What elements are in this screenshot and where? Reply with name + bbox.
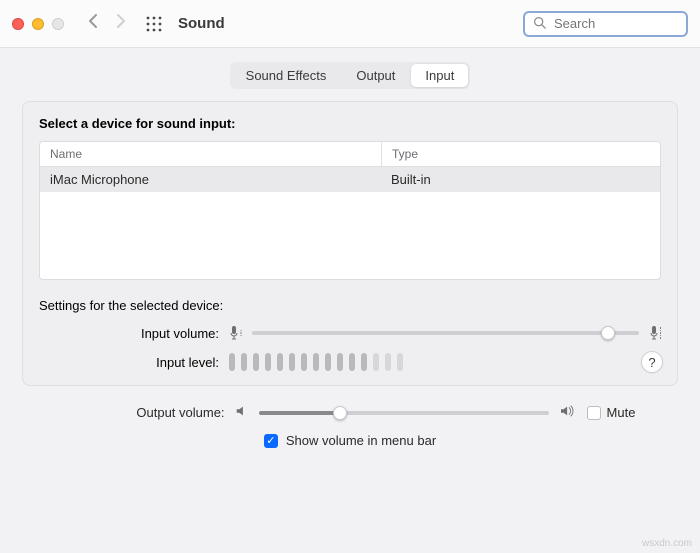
back-button[interactable] [84,13,102,34]
level-bar [361,353,367,371]
level-bar [253,353,259,371]
device-table: Name Type iMac Microphone Built-in [39,141,661,280]
zoom-icon [52,18,64,30]
input-panel: Select a device for sound input: Name Ty… [22,101,678,386]
input-volume-label: Input volume: [39,326,219,341]
apps-grid-icon[interactable] [146,16,162,32]
close-icon[interactable] [12,18,24,30]
level-bar [229,353,235,371]
tab-output[interactable]: Output [342,64,409,87]
forward-button[interactable] [112,13,130,34]
col-header-name[interactable]: Name [40,142,381,166]
menubar-checkbox[interactable]: ✓ [264,434,278,448]
level-bar [349,353,355,371]
level-bar [313,353,319,371]
settings-title: Settings for the selected device: [39,298,661,313]
level-bar [385,353,391,371]
level-bar [289,353,295,371]
help-button[interactable]: ? [641,351,663,373]
input-level-meter [229,353,403,371]
content: Sound Effects Output Input Select a devi… [0,48,700,464]
window-title: Sound [178,15,225,32]
level-bar [241,353,247,371]
input-level-row: Input level: [39,353,661,371]
device-name: iMac Microphone [40,167,381,192]
input-level-label: Input level: [39,355,219,370]
level-bar [277,353,283,371]
output-volume-slider[interactable] [259,411,549,415]
speaker-high-icon [559,404,577,421]
device-type: Built-in [381,167,660,192]
input-volume-row: Input volume: [39,325,661,341]
mic-high-icon [649,325,662,341]
level-bar [373,353,379,371]
table-row[interactable]: iMac Microphone Built-in [40,167,660,192]
table-header: Name Type [40,142,660,167]
mic-low-icon [229,325,242,341]
col-header-type[interactable]: Type [381,142,660,166]
window-controls [12,18,64,30]
level-bar [325,353,331,371]
mute-checkbox-group[interactable]: Mute [587,405,636,420]
footer: Output volume: Mute ✓ Show volume in men… [22,404,678,448]
titlebar: Sound [0,0,700,48]
search-field[interactable] [523,11,688,37]
level-bar [397,353,403,371]
mute-label: Mute [607,405,636,420]
tab-sound-effects[interactable]: Sound Effects [232,64,341,87]
watermark: wsxdn.com [642,538,692,549]
speaker-low-icon [235,404,249,421]
level-bar [337,353,343,371]
table-body: iMac Microphone Built-in [40,167,660,279]
output-volume-label: Output volume: [65,405,225,420]
input-volume-slider[interactable] [252,331,639,335]
search-input[interactable] [552,15,700,32]
search-icon [533,16,546,32]
level-bar [301,353,307,371]
menubar-label: Show volume in menu bar [286,433,436,448]
select-device-title: Select a device for sound input: [39,116,661,131]
level-bar [265,353,271,371]
tab-input[interactable]: Input [411,64,468,87]
tab-bar: Sound Effects Output Input [22,62,678,89]
minimize-icon[interactable] [32,18,44,30]
mute-checkbox[interactable] [587,406,601,420]
